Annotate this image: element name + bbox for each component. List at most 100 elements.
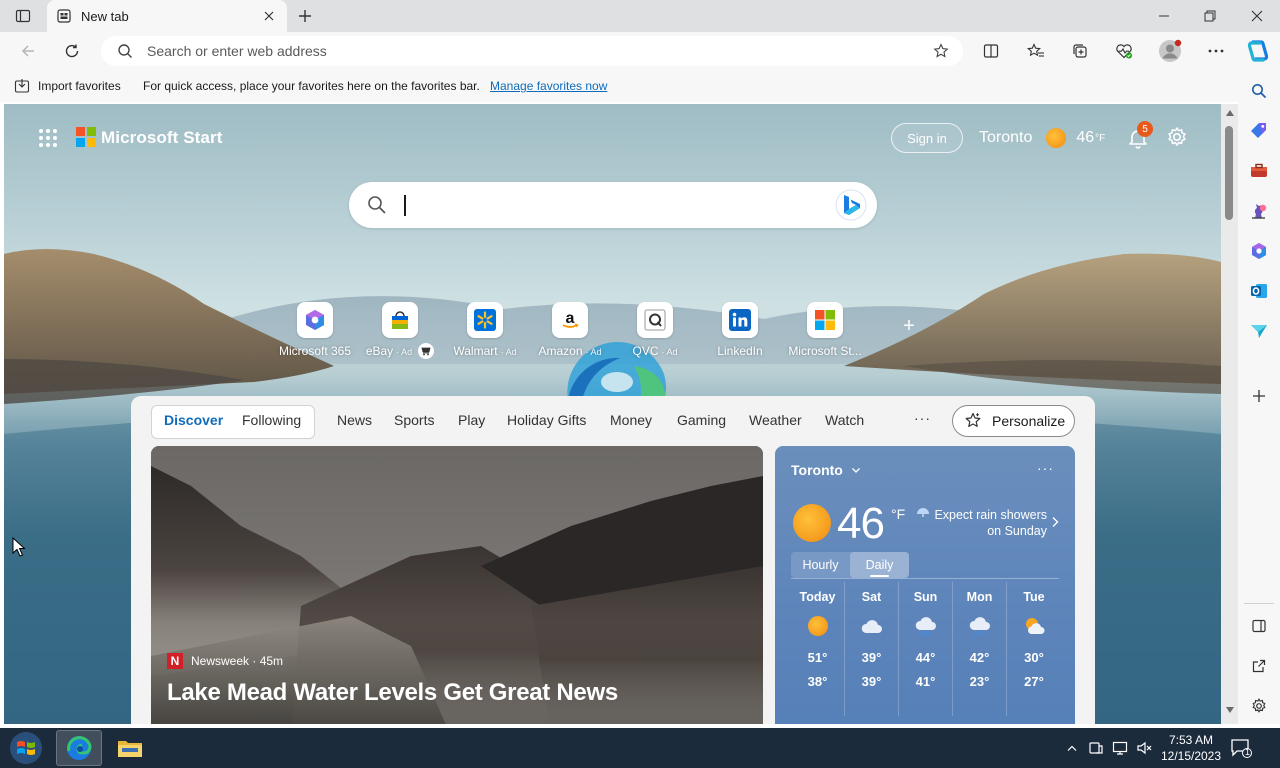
article-source: N Newsweek · 45m [167,653,283,669]
favorite-star-icon[interactable] [933,43,949,59]
amazon-icon: a [552,302,588,338]
quick-link-microsoft-store[interactable]: Microsoft St... [786,302,864,364]
forecast-day[interactable]: Today 51° 38° [791,582,845,716]
volume-muted-icon[interactable] [1136,740,1152,756]
system-clock[interactable]: 7:53 AM 12/15/2023 [1156,732,1226,764]
more-categories-button[interactable]: ··· [914,410,931,426]
close-tab-icon[interactable] [261,8,277,24]
personalize-button[interactable]: Personalize [952,405,1075,437]
send-icon[interactable] [1248,320,1270,342]
address-bar[interactable] [101,36,963,66]
quick-link-qvc[interactable]: QVC · Ad [616,302,694,364]
refresh-icon[interactable] [57,36,87,66]
outlook-icon[interactable] [1248,280,1270,302]
web-search-input[interactable] [409,190,819,220]
quick-link-ebay[interactable]: eBay · Ad [361,302,439,364]
forecast-day[interactable]: Sun 44° 41° [899,582,953,716]
external-link-icon[interactable] [1248,655,1270,677]
taskbar-edge-app[interactable] [56,730,102,766]
web-search-box[interactable] [349,182,877,228]
walmart-icon [467,302,503,338]
quick-link-microsoft-365[interactable]: Microsoft 365 [276,302,354,364]
quick-link-walmart[interactable]: Walmart · Ad [446,302,524,364]
forecast-day[interactable]: Tue 30° 27° [1007,582,1061,716]
add-sidebar-app-icon[interactable] [1248,385,1270,407]
tab-actions-icon[interactable] [14,7,32,25]
close-window-button[interactable] [1234,0,1280,32]
weather-more-options[interactable]: ··· [1037,460,1054,476]
back-arrow-icon[interactable] [13,36,43,66]
import-favorites-button[interactable]: Import favorites [14,77,121,95]
page-settings-gear-icon[interactable] [1166,126,1188,148]
category-gaming[interactable]: Gaming [677,412,726,428]
forecast-day-name: Mon [966,590,993,604]
copilot-icon[interactable] [1243,36,1273,66]
sidebar-settings-icon[interactable] [1248,695,1270,717]
weather-forecast-summary[interactable]: Expect rain showers on Sunday [913,507,1047,539]
apps-launcher-icon[interactable] [38,128,58,148]
tab-discover[interactable]: Discover [164,412,223,428]
hide-sidebar-icon[interactable] [1248,615,1270,637]
scroll-down-icon[interactable] [1224,707,1235,715]
windows-taskbar: 7:53 AM 12/15/2023 1 [0,728,1280,768]
notifications-center[interactable]: 1 [1230,738,1252,758]
scrollbar-thumb[interactable] [1225,126,1233,220]
sign-in-button[interactable]: Sign in [891,123,963,153]
tab-new-tab[interactable]: New tab [47,0,287,32]
category-money[interactable]: Money [610,412,652,428]
notification-badge: 5 [1137,121,1153,137]
browser-essentials-icon[interactable] [1109,36,1139,66]
new-tab-button[interactable] [294,6,316,26]
manage-favorites-link[interactable]: Manage favorites now [490,79,607,93]
more-options-icon[interactable] [1201,36,1231,66]
show-hidden-icons-icon[interactable] [1064,740,1080,756]
start-button[interactable] [6,730,46,766]
bing-chat-icon[interactable] [835,189,867,221]
quick-link-linkedin[interactable]: LinkedIn [701,302,779,364]
article-headline: Lake Mead Water Levels Get Great News [167,679,618,706]
tools-briefcase-icon[interactable] [1248,160,1270,182]
category-play[interactable]: Play [458,412,485,428]
tab-title: New tab [81,8,129,24]
header-weather[interactable]: Toronto 46 °F [979,128,1105,148]
category-weather[interactable]: Weather [749,412,802,428]
scroll-up-icon[interactable] [1224,110,1235,118]
games-icon[interactable] [1248,200,1270,222]
profile-avatar-icon[interactable] [1155,36,1185,66]
daily-tab[interactable]: Daily [850,552,909,578]
category-holiday-gifts[interactable]: Holiday Gifts [507,412,586,428]
quick-link-amazon[interactable]: a Amazon · Ad [531,302,609,364]
rain-icon [914,616,938,638]
quick-link-text: eBay [365,344,394,359]
hero-article-card[interactable]: N Newsweek · 45m Lake Mead Water Levels … [151,446,763,724]
category-watch[interactable]: Watch [825,412,864,428]
forecast-day[interactable]: Mon 42° 23° [953,582,1007,716]
action-center-device-icon[interactable] [1088,740,1104,756]
sidebar-search-icon[interactable] [1248,80,1270,102]
favorites-icon[interactable] [1021,36,1051,66]
category-news[interactable]: News [337,412,372,428]
minimize-button[interactable] [1141,0,1187,32]
umbrella-icon [917,508,930,517]
weather-location-dropdown[interactable]: Toronto [791,462,861,478]
sun-icon [1046,128,1067,148]
shopping-tag-icon[interactable] [1248,120,1270,142]
collections-icon[interactable] [1065,36,1095,66]
category-sports[interactable]: Sports [394,412,434,428]
add-shortcut-plus-icon[interactable]: + [901,316,917,336]
tab-following[interactable]: Following [242,412,301,428]
network-icon[interactable] [1112,740,1128,756]
page-scrollbar[interactable] [1221,104,1238,724]
svg-text:a: a [566,310,575,327]
hourly-tab[interactable]: Hourly [791,552,850,578]
split-screen-icon[interactable] [976,36,1006,66]
taskbar-file-explorer-app[interactable] [107,730,153,766]
notification-count: 1 [1244,747,1250,757]
windows-logo-icon [10,732,42,764]
forecast-day[interactable]: Sat 39° 39° [845,582,899,716]
weather-card[interactable]: Toronto ··· 46 °F Expect rain showers on… [775,446,1075,724]
microsoft-365-icon[interactable] [1248,240,1270,262]
address-input[interactable] [147,43,907,59]
chevron-right-icon[interactable] [1051,516,1061,528]
restore-button[interactable] [1187,0,1233,32]
